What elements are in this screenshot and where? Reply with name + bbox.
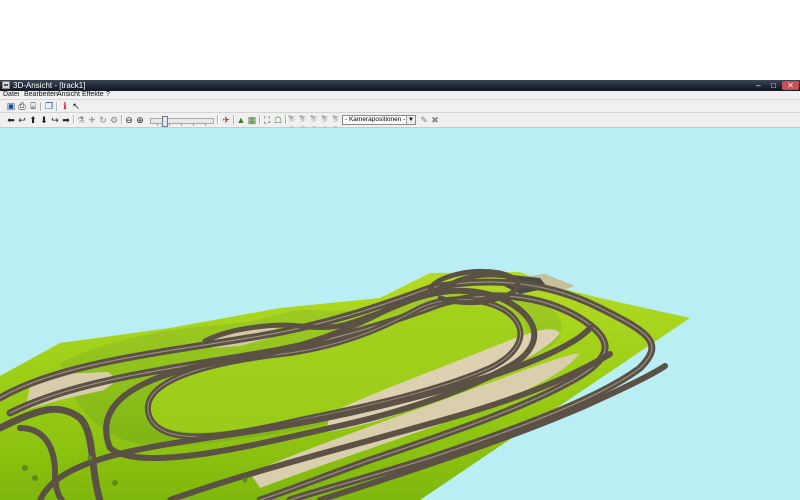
walk-mode-icon[interactable]: ⚗ (76, 115, 86, 125)
camera-slot-1-icon[interactable]: ⛷1 (287, 115, 297, 133)
rotate-icon[interactable]: ↻ (98, 115, 108, 125)
slider-tick (169, 124, 170, 126)
print-preview-icon[interactable]: ⌸ (28, 101, 38, 111)
turn-left-icon[interactable]: ↩ (17, 115, 27, 125)
menu-datei[interactable]: Datei (3, 91, 19, 99)
file-toolbar: ▣ ⎙ ⌸ ❐ ℹ ↖ (0, 100, 800, 113)
camera-slot-3-icon[interactable]: ⛷3 (309, 115, 319, 133)
app-icon[interactable] (2, 81, 10, 89)
slider-tick (193, 124, 194, 126)
toolbar-separator (217, 115, 219, 124)
3d-viewport[interactable] (0, 128, 800, 500)
help-pointer-icon[interactable]: ↖ (71, 101, 81, 111)
tree (87, 455, 93, 461)
terrain-icon[interactable]: ▲ (236, 115, 246, 125)
chevron-down-icon[interactable]: ▼ (406, 116, 415, 124)
print-icon[interactable]: ⎙ (17, 101, 27, 111)
texture-icon[interactable]: ▦ (247, 115, 257, 125)
train-icon[interactable]: ✈ (221, 115, 231, 125)
navigation-toolbar: ⬅ ↩ ⬆ ⬇ ↪ ➡ ⚗ ✈ ↻ ⚙ ⊖ ⊕ ✈ ▲ ▦ ⛶ ☖ ⛷1 ⛷2 … (0, 113, 800, 133)
turn-right-icon[interactable]: ↪ (50, 115, 60, 125)
copy-icon[interactable]: ❐ (44, 101, 54, 111)
toolbar-separator (259, 115, 261, 124)
slider-tick (205, 124, 206, 126)
move-back-icon[interactable]: ⬇ (39, 115, 49, 125)
zoom-out-icon[interactable]: ⊖ (124, 115, 134, 125)
toolbar-separator (40, 102, 42, 111)
move-left-icon[interactable]: ⬅ (6, 115, 16, 125)
close-button[interactable]: ✕ (782, 81, 799, 90)
tree (22, 465, 28, 471)
minimize-button[interactable]: – (751, 81, 766, 90)
tree (112, 480, 118, 486)
slider-tick (157, 124, 158, 126)
camera-select-value: - Kamerapositionen - (345, 116, 406, 123)
camera-delete-icon[interactable]: ✖ (430, 115, 440, 125)
info-icon[interactable]: ℹ (60, 101, 70, 111)
tree (242, 477, 248, 483)
move-forward-icon[interactable]: ⬆ (28, 115, 38, 125)
camera-slot-5-icon[interactable]: ⛷5 (331, 115, 341, 133)
zoom-slider-thumb[interactable] (162, 116, 168, 127)
menu-ansicht[interactable]: Ansicht (57, 91, 80, 99)
maximize-button[interactable]: □ (766, 81, 781, 90)
camera-position-select[interactable]: - Kamerapositionen - ▼ (342, 115, 416, 125)
move-right-icon[interactable]: ➡ (61, 115, 71, 125)
slider-tick (181, 124, 182, 126)
toolbar-separator (233, 115, 235, 124)
menu-bar: Datei Bearbeiten Ansicht Effekte ? (0, 91, 800, 100)
toolbar-separator (121, 115, 123, 124)
screenshot-icon[interactable]: ☖ (273, 115, 283, 125)
fly-mode-icon[interactable]: ✈ (87, 115, 97, 125)
save-icon[interactable]: ▣ (6, 101, 16, 111)
title-bar[interactable]: 3D-Ansicht - [track1] – □ ✕ (0, 80, 800, 91)
fit-view-icon[interactable]: ⛶ (262, 115, 272, 125)
tree (32, 475, 38, 481)
camera-set-icon[interactable]: ✎ (419, 115, 429, 125)
app-window: 3D-Ansicht - [track1] – □ ✕ Datei Bearbe… (0, 80, 800, 500)
zoom-in-icon[interactable]: ⊕ (135, 115, 145, 125)
menu-bearbeiten[interactable]: Bearbeiten (24, 91, 58, 99)
toolbar-separator (56, 102, 58, 111)
window-title: 3D-Ansicht - [track1] (13, 81, 86, 90)
toolbar-separator (73, 115, 75, 124)
camera-slot-4-icon[interactable]: ⛷4 (320, 115, 330, 133)
drive-icon[interactable]: ⚙ (109, 115, 119, 125)
menu-effekte[interactable]: Effekte (82, 91, 104, 99)
3d-scene (0, 268, 690, 500)
menu-help[interactable]: ? (106, 91, 110, 99)
camera-slot-2-icon[interactable]: ⛷2 (298, 115, 308, 133)
zoom-slider[interactable] (150, 116, 214, 127)
